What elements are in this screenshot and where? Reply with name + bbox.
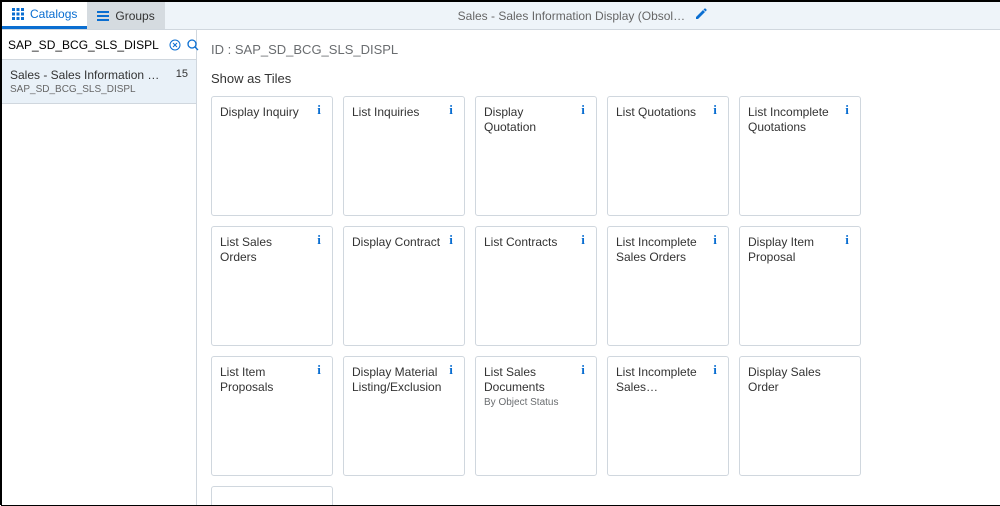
info-icon[interactable]: i [312,233,326,247]
menu-icon [97,10,109,22]
tab-label: Catalogs [30,7,77,21]
tile[interactable]: List Contractsi [475,226,597,346]
info-icon[interactable]: i [576,103,590,117]
sidebar-item-count: 15 [176,68,188,80]
search-bar [2,30,196,60]
page-title: Sales - Sales Information Display (Obsol… [458,9,685,23]
info-icon[interactable]: i [708,233,722,247]
tile-title: List Sales Documents [484,365,588,395]
info-icon[interactable]: i [708,363,722,377]
grid-icon [12,8,24,20]
search-input[interactable] [8,38,163,52]
tile-subtitle: By Object Status [484,397,588,408]
tile-title: List Inquiries [352,105,456,120]
tab-catalogs[interactable]: Catalogs [2,2,87,29]
tile[interactable]: Display Inquiryi [211,96,333,216]
info-icon[interactable]: i [444,233,458,247]
tile-title: List Sales Orders [220,235,324,265]
sidebar-item-subtitle: SAP_SD_BCG_SLS_DISPL [10,84,188,95]
tile[interactable]: List Inquiriesi [343,96,465,216]
info-icon[interactable]: i [840,103,854,117]
info-icon[interactable]: i [444,103,458,117]
info-icon[interactable]: i [840,233,854,247]
tile[interactable]: Display Item Proposali [739,226,861,346]
sidebar-item-title: Sales - Sales Information Displ… [10,68,188,82]
section-title: Show as Tiles [211,71,986,86]
tile-title: Display Quotation [484,105,588,135]
clear-icon[interactable] [169,39,181,51]
sidebar-item[interactable]: Sales - Sales Information Displ… SAP_SD_B… [2,60,196,104]
tile[interactable]: Display Quotationi [475,96,597,216]
tile[interactable]: List Sales Documents By Object Status i [475,356,597,476]
info-icon[interactable]: i [444,363,458,377]
edit-icon[interactable] [695,8,707,23]
tile-title: Display Contract [352,235,456,250]
tile-add[interactable]: + [211,486,333,505]
info-icon[interactable]: i [576,363,590,377]
tab-label: Groups [115,9,154,23]
tile[interactable]: Display Material Listing/Exclusioni [343,356,465,476]
tile-title: List Item Proposals [220,365,324,395]
detail-id: ID : SAP_SD_BCG_SLS_DISPL [211,42,986,57]
tile-title: List Incomplete Quotations [748,105,852,135]
tile-title: List Incomplete Sales Orders [616,235,720,265]
tile[interactable]: List Incomplete Sales Documentsi [607,356,729,476]
info-icon[interactable]: i [312,103,326,117]
tile[interactable]: List Incomplete Quotationsi [739,96,861,216]
tile-title: List Contracts [484,235,588,250]
tile-title: Display Sales Order [748,365,852,395]
tile[interactable]: List Item Proposalsi [211,356,333,476]
tile[interactable]: Display Contracti [343,226,465,346]
tile[interactable]: Display Sales Order [739,356,861,476]
tile-title: Display Material Listing/Exclusion [352,365,456,395]
tab-groups[interactable]: Groups [87,2,164,29]
tile-title: List Quotations [616,105,720,120]
info-icon[interactable]: i [312,363,326,377]
info-icon[interactable]: i [576,233,590,247]
tile-title: Display Inquiry [220,105,324,120]
info-icon[interactable]: i [708,103,722,117]
tile[interactable]: List Incomplete Sales Ordersi [607,226,729,346]
tile-title: Display Item Proposal [748,235,852,265]
tile[interactable]: List Quotationsi [607,96,729,216]
tile[interactable]: List Sales Ordersi [211,226,333,346]
tile-title: List Incomplete Sales Documents [616,365,720,395]
